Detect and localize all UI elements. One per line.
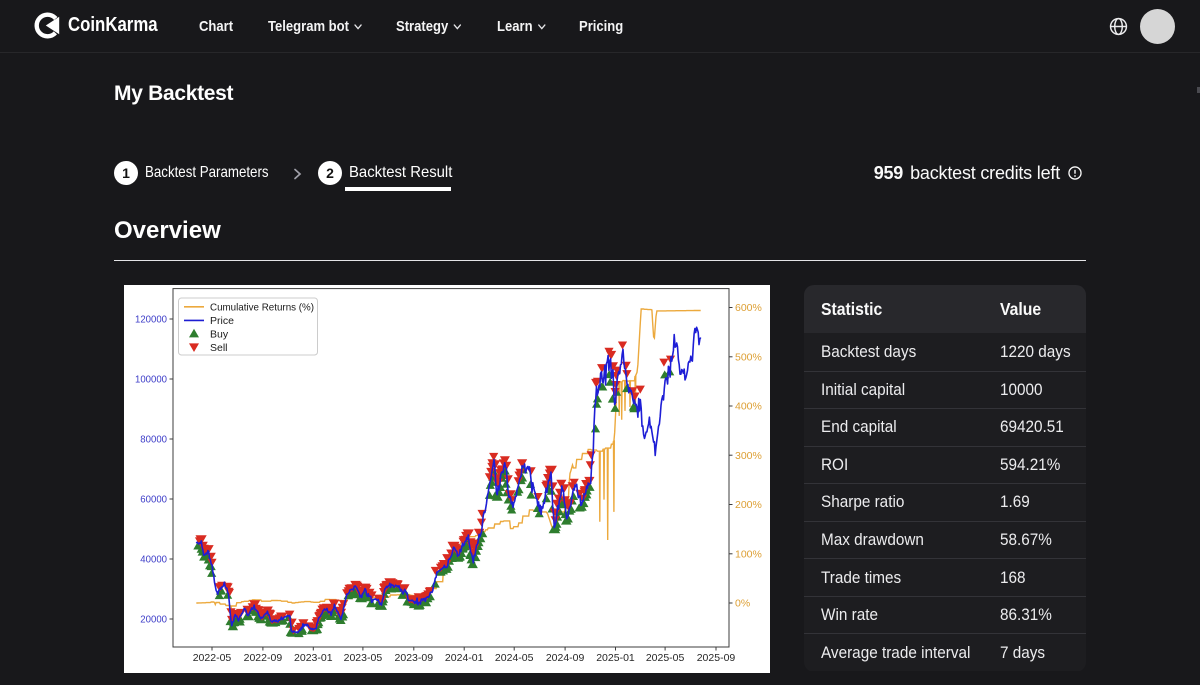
svg-text:2023-01: 2023-01 xyxy=(294,652,333,664)
svg-text:2022-05: 2022-05 xyxy=(193,652,232,664)
svg-text:120000: 120000 xyxy=(135,314,167,326)
svg-text:60000: 60000 xyxy=(140,494,167,506)
svg-text:2025-09: 2025-09 xyxy=(697,652,736,664)
svg-text:2022-09: 2022-09 xyxy=(244,652,283,664)
svg-text:20000: 20000 xyxy=(140,614,167,626)
svg-text:2024-05: 2024-05 xyxy=(495,652,534,664)
svg-text:0%: 0% xyxy=(735,598,750,610)
svg-text:Sell: Sell xyxy=(210,342,228,354)
svg-text:2023-05: 2023-05 xyxy=(344,652,383,664)
svg-text:Cumulative Returns (%): Cumulative Returns (%) xyxy=(210,301,314,313)
svg-text:2025-01: 2025-01 xyxy=(596,652,635,664)
svg-text:400%: 400% xyxy=(735,401,762,413)
svg-text:200%: 200% xyxy=(735,499,762,511)
svg-text:Buy: Buy xyxy=(210,328,229,340)
svg-text:500%: 500% xyxy=(735,351,762,363)
svg-text:2025-05: 2025-05 xyxy=(646,652,685,664)
svg-text:80000: 80000 xyxy=(140,434,167,446)
svg-text:Price: Price xyxy=(210,315,234,327)
svg-text:100000: 100000 xyxy=(135,374,167,386)
svg-text:2024-01: 2024-01 xyxy=(445,652,484,664)
svg-text:300%: 300% xyxy=(735,450,762,462)
svg-text:100%: 100% xyxy=(735,548,762,560)
svg-text:2023-09: 2023-09 xyxy=(395,652,434,664)
svg-text:600%: 600% xyxy=(735,302,762,314)
svg-text:40000: 40000 xyxy=(140,554,167,566)
svg-text:2024-09: 2024-09 xyxy=(546,652,585,664)
